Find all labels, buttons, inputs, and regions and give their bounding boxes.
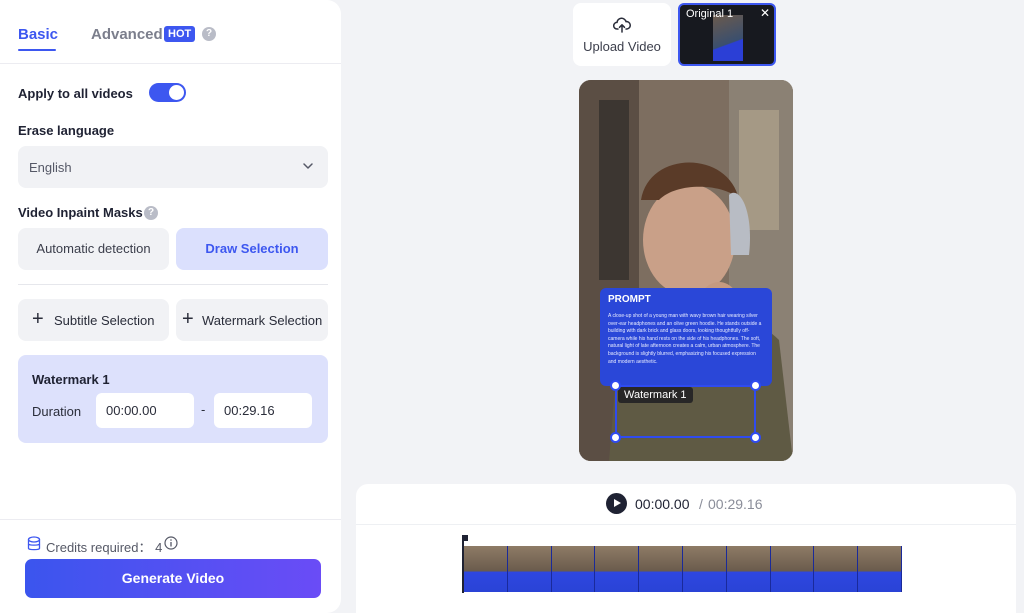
hot-badge: HOT [164, 26, 196, 42]
erase-language-select[interactable]: English [18, 146, 328, 188]
database-icon [27, 536, 41, 551]
duration-end-input[interactable] [214, 393, 312, 428]
filmstrip-frame [726, 546, 771, 592]
info-icon[interactable] [164, 536, 178, 550]
upload-video-button[interactable]: Upload Video [573, 3, 671, 66]
erase-language-value: English [29, 160, 72, 175]
help-icon[interactable]: ? [202, 27, 216, 41]
inpaint-masks-label: Video Inpaint Masks [18, 205, 143, 220]
resize-handle-top-right[interactable] [750, 380, 761, 391]
filmstrip-frame [464, 546, 508, 592]
chevron-down-icon [303, 163, 313, 169]
settings-panel: Basic Advanced HOT ? Apply to all videos… [0, 0, 341, 613]
duration-start-input[interactable] [96, 393, 194, 428]
plus-icon: + [32, 308, 44, 330]
erase-language-label: Erase language [18, 123, 115, 138]
add-subtitle-label: Subtitle Selection [54, 313, 155, 328]
resize-handle-top-left[interactable] [610, 380, 621, 391]
resize-handle-bottom-left[interactable] [610, 432, 621, 443]
help-icon[interactable]: ? [144, 206, 158, 220]
mask-label: Watermark 1 [618, 387, 693, 403]
filmstrip-frame [814, 546, 859, 592]
divider [356, 524, 1016, 525]
current-time: 00:00.00 [635, 496, 690, 512]
filmstrip-frame [770, 546, 815, 592]
close-icon[interactable]: ✕ [760, 6, 770, 20]
prompt-title: PROMPT [608, 294, 651, 305]
apply-all-label: Apply to all videos [18, 86, 133, 101]
time-separator: / [699, 496, 703, 512]
resize-handle-bottom-right[interactable] [750, 432, 761, 443]
play-button[interactable] [606, 493, 627, 514]
thumbnail-image [713, 15, 743, 61]
watermark-title: Watermark 1 [32, 372, 110, 387]
toggle-knob [169, 85, 184, 100]
filmstrip-frame [551, 546, 596, 592]
duration-label: Duration [32, 404, 82, 419]
add-watermark-label: Watermark Selection [202, 313, 323, 328]
generate-video-button[interactable]: Generate Video [25, 559, 321, 598]
filmstrip-frame [639, 546, 683, 592]
apply-all-toggle[interactable] [149, 83, 186, 102]
cloud-upload-icon [613, 17, 631, 33]
filmstrip-frame [595, 546, 640, 592]
tab-basic[interactable]: Basic [18, 26, 58, 43]
video-thumbnail[interactable]: Original 1 ✕ [678, 3, 776, 66]
credits-required: Credits required： 4 [46, 540, 163, 555]
filmstrip-frame [507, 546, 552, 592]
tab-advanced[interactable]: Advanced [91, 26, 163, 43]
upload-video-label: Upload Video [583, 39, 661, 54]
add-watermark-selection-button[interactable]: + Watermark Selection [176, 299, 328, 341]
filmstrip[interactable] [464, 546, 902, 592]
total-time: 00:29.16 [708, 496, 763, 512]
duration-dash: - [201, 402, 206, 417]
draw-selection-button[interactable]: Draw Selection [176, 228, 328, 270]
divider [0, 519, 341, 520]
tab-active-indicator [18, 49, 56, 51]
prompt-overlay: PROMPT A close-up shot of a young man wi… [600, 288, 772, 386]
plus-icon: + [182, 308, 194, 330]
watermark-card[interactable]: Watermark 1 Duration - [18, 355, 328, 443]
thumbnail-label: Original 1 [686, 8, 734, 20]
divider [18, 284, 328, 285]
prompt-text: A close-up shot of a young man with wavy… [608, 313, 762, 365]
tab-bar: Basic Advanced HOT ? [0, 0, 341, 64]
filmstrip-frame [858, 546, 902, 592]
automatic-detection-button[interactable]: Automatic detection [18, 228, 169, 270]
filmstrip-frame [682, 546, 727, 592]
playhead[interactable] [462, 535, 468, 593]
add-subtitle-selection-button[interactable]: + Subtitle Selection [18, 299, 169, 341]
